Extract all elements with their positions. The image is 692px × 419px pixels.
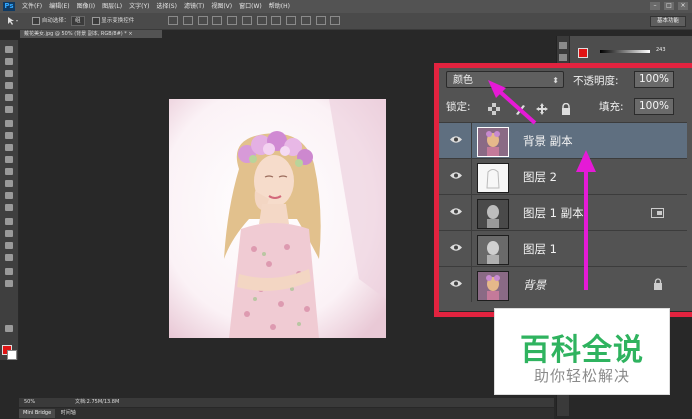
watermark-logo: 百科全说 助你轻松解决: [494, 308, 670, 395]
arrow-to-blend-mode: [488, 80, 537, 125]
watermark-subtitle: 助你轻松解决: [533, 367, 630, 385]
watermark-title: 百科全说: [520, 333, 644, 368]
arrow-to-background-copy-layer: [576, 150, 596, 290]
